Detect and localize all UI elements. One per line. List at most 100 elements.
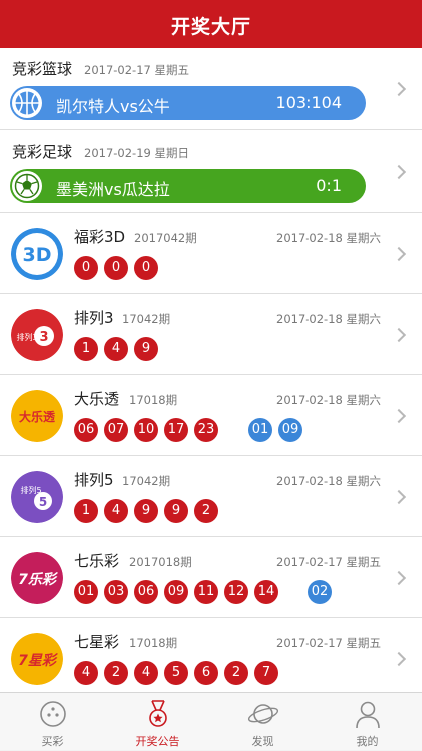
chevron-right-icon <box>391 408 407 424</box>
pailie5-logo: 5 排列5 <box>11 471 63 523</box>
qixingcai-logo: 7星彩 <box>11 633 63 685</box>
svg-text:3: 3 <box>39 330 48 345</box>
lottery-date: 2017-02-17 星期五 <box>276 555 381 569</box>
lottery-issue: 2017042期 <box>134 231 197 245</box>
bottom-tab-bar: 买彩 开奖公告 发现 我的 <box>0 692 422 750</box>
lottery-issue: 17018期 <box>129 393 178 407</box>
red-ball: 0 <box>104 256 128 280</box>
red-ball: 0 <box>134 256 158 280</box>
sport-title: 竞彩足球 <box>12 143 73 161</box>
daletou-logo: 大乐透 <box>11 390 63 442</box>
red-ball: 06 <box>74 418 98 442</box>
lottery-date: 2017-02-18 星期六 <box>276 231 381 245</box>
red-ball: 4 <box>104 499 128 523</box>
sport-date: 2017-02-17 星期五 <box>84 63 189 77</box>
red-ball: 9 <box>134 499 158 523</box>
lottery-date: 2017-02-18 星期六 <box>276 474 381 488</box>
red-ball: 2 <box>224 661 248 685</box>
red-ball: 4 <box>74 661 98 685</box>
logo-text: 排列3 <box>16 332 37 342</box>
red-ball: 1 <box>74 337 98 361</box>
red-ball: 5 <box>164 661 188 685</box>
svg-text:5: 5 <box>39 495 47 509</box>
lottery-issue: 17042期 <box>122 312 171 326</box>
list-item-qilecai[interactable]: 7乐彩 七乐彩 2017018期 2017-02-17 星期五 01 03 06… <box>0 538 422 618</box>
sport-title: 竞彩篮球 <box>12 60 73 78</box>
draw-results-list[interactable]: 竞彩篮球 2017-02-17 星期五 凯尔特人vs公牛 103:104 竞彩足… <box>0 48 422 692</box>
chevron-right-icon <box>391 489 407 505</box>
blue-ball: 01 <box>248 418 272 442</box>
red-ball: 23 <box>194 418 218 442</box>
lottery-issue: 17042期 <box>122 474 171 488</box>
logo-text: 3D <box>23 244 52 266</box>
tab-buy-lottery[interactable]: 买彩 <box>0 693 105 751</box>
red-ball: 12 <box>224 580 248 604</box>
lottery-name: 福彩3D <box>74 228 126 246</box>
tab-label: 发现 <box>251 735 274 748</box>
red-ball: 01 <box>74 580 98 604</box>
list-item-pailie3[interactable]: 3 排列3 排列3 17042期 2017-02-18 星期六 1 4 9 <box>0 295 422 375</box>
tab-draw-announcements[interactable]: 开奖公告 <box>105 693 210 751</box>
fucai-3d-logo: 3D <box>11 228 63 280</box>
logo-text: 大乐透 <box>19 409 56 424</box>
red-ball: 9 <box>134 337 158 361</box>
red-ball: 1 <box>74 499 98 523</box>
list-item-fucai-3d[interactable]: 3D 福彩3D 2017042期 2017-02-18 星期六 0 0 0 <box>0 214 422 294</box>
lottery-date: 2017-02-18 星期六 <box>276 312 381 326</box>
lottery-name: 七星彩 <box>74 633 120 651</box>
chevron-right-icon <box>391 246 407 262</box>
red-ball: 0 <box>74 256 98 280</box>
lottery-issue: 17018期 <box>129 636 178 650</box>
red-ball: 2 <box>104 661 128 685</box>
lottery-name: 排列3 <box>74 309 114 327</box>
match-result-pill: 墨美洲vs瓜达拉 0:1 <box>10 169 366 203</box>
red-ball: 6 <box>194 661 218 685</box>
person-icon <box>352 699 384 729</box>
logo-text: 7星彩 <box>18 653 59 669</box>
tab-mine[interactable]: 我的 <box>315 693 420 751</box>
red-ball: 17 <box>164 418 188 442</box>
lottery-date: 2017-02-17 星期五 <box>276 636 381 650</box>
chevron-right-icon <box>391 651 407 667</box>
logo-text: 7乐彩 <box>18 572 59 588</box>
lottery-date: 2017-02-18 星期六 <box>276 393 381 407</box>
medal-icon <box>142 699 174 729</box>
lottery-name: 大乐透 <box>74 390 120 408</box>
page-title: 开奖大厅 <box>170 16 251 38</box>
chevron-right-icon <box>391 570 407 586</box>
logo-text: 排列5 <box>20 485 41 495</box>
header-bar: 开奖大厅 <box>0 0 422 48</box>
match-result-pill: 凯尔特人vs公牛 103:104 <box>10 86 366 120</box>
tab-discover[interactable]: 发现 <box>210 693 315 751</box>
lottery-issue: 2017018期 <box>129 555 192 569</box>
red-ball: 10 <box>134 418 158 442</box>
tab-label: 我的 <box>356 735 379 748</box>
list-item-daletou[interactable]: 大乐透 大乐透 17018期 2017-02-18 星期六 06 07 10 1… <box>0 376 422 456</box>
red-ball: 9 <box>164 499 188 523</box>
match-score: 103:104 <box>275 93 342 112</box>
soccer-ball-icon <box>12 171 42 201</box>
match-teams: 墨美洲vs瓜达拉 <box>56 180 170 199</box>
blue-ball: 02 <box>308 580 332 604</box>
chevron-right-icon <box>391 164 407 180</box>
sport-date: 2017-02-19 星期日 <box>84 146 189 160</box>
red-ball: 09 <box>164 580 188 604</box>
list-item-qixingcai[interactable]: 7星彩 七星彩 17018期 2017-02-17 星期五 4 2 4 5 6 … <box>0 619 422 692</box>
list-item-football[interactable]: 竞彩足球 2017-02-19 星期日 墨美洲vs瓜达拉 0:1 <box>0 131 422 213</box>
red-ball: 14 <box>254 580 278 604</box>
chevron-right-icon <box>391 81 407 97</box>
red-ball: 07 <box>104 418 128 442</box>
basketball-icon <box>12 88 42 118</box>
match-score: 0:1 <box>316 176 342 195</box>
red-ball: 03 <box>104 580 128 604</box>
match-teams: 凯尔特人vs公牛 <box>56 97 170 116</box>
list-item-pailie5[interactable]: 5 排列5 排列5 17042期 2017-02-18 星期六 1 4 9 9 … <box>0 457 422 537</box>
lottery-name: 七乐彩 <box>74 552 120 570</box>
red-ball: 7 <box>254 661 278 685</box>
ball-icon <box>37 699 69 729</box>
tab-label: 开奖公告 <box>135 735 180 748</box>
lottery-name: 排列5 <box>74 471 114 489</box>
list-item-basketball[interactable]: 竞彩篮球 2017-02-17 星期五 凯尔特人vs公牛 103:104 <box>0 48 422 130</box>
qilecai-logo: 7乐彩 <box>11 552 63 604</box>
chevron-right-icon <box>391 327 407 343</box>
